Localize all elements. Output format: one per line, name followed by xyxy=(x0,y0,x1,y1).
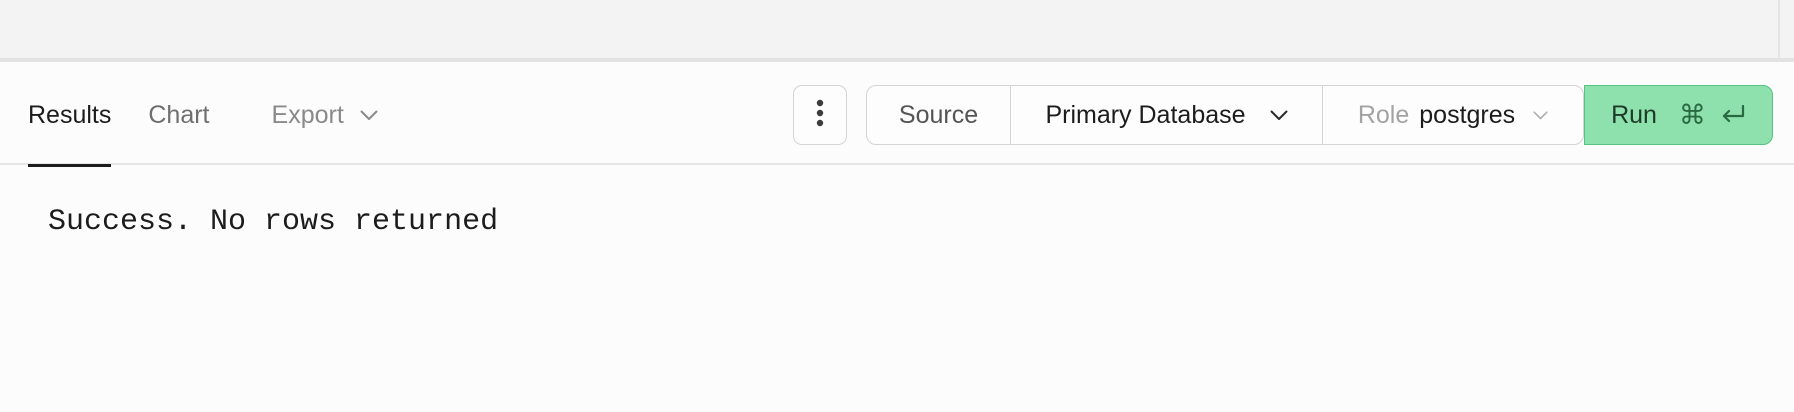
results-tabs: Results Chart Export xyxy=(28,66,378,167)
tab-export-label: Export xyxy=(271,101,344,129)
chevron-down-icon xyxy=(1270,110,1288,121)
tab-results[interactable]: Results xyxy=(28,66,112,167)
source-label: Source xyxy=(898,100,979,129)
tab-export[interactable]: Export xyxy=(272,66,378,165)
role-value: postgres xyxy=(1419,100,1516,129)
more-options-button[interactable] xyxy=(793,85,847,145)
database-select[interactable]: Primary Database xyxy=(1011,86,1323,144)
chevron-down-icon xyxy=(1533,110,1548,120)
run-button[interactable]: Run ⌘ xyxy=(1584,85,1773,145)
role-label: Role xyxy=(1357,100,1410,129)
command-key-icon: ⌘ xyxy=(1678,99,1706,130)
vertical-ellipsis-icon xyxy=(816,99,824,132)
result-message: Success. No rows returned xyxy=(48,205,499,239)
top-panel-strip xyxy=(0,0,1794,62)
source-button[interactable]: Source xyxy=(867,86,1011,144)
run-label: Run xyxy=(1611,100,1657,129)
enter-return-icon xyxy=(1720,104,1746,126)
tab-chart-label: Chart xyxy=(148,101,210,129)
connection-selector-group: Source Primary Database Role postgres xyxy=(866,85,1584,145)
tab-chart[interactable]: Chart xyxy=(148,66,209,165)
database-value: Primary Database xyxy=(1045,100,1246,129)
panel-edge xyxy=(1778,0,1780,62)
results-panel: Success. No rows returned xyxy=(0,167,1794,412)
role-select[interactable]: Role postgres xyxy=(1323,86,1583,144)
tab-results-label: Results xyxy=(28,101,112,129)
chevron-down-icon xyxy=(360,110,378,121)
